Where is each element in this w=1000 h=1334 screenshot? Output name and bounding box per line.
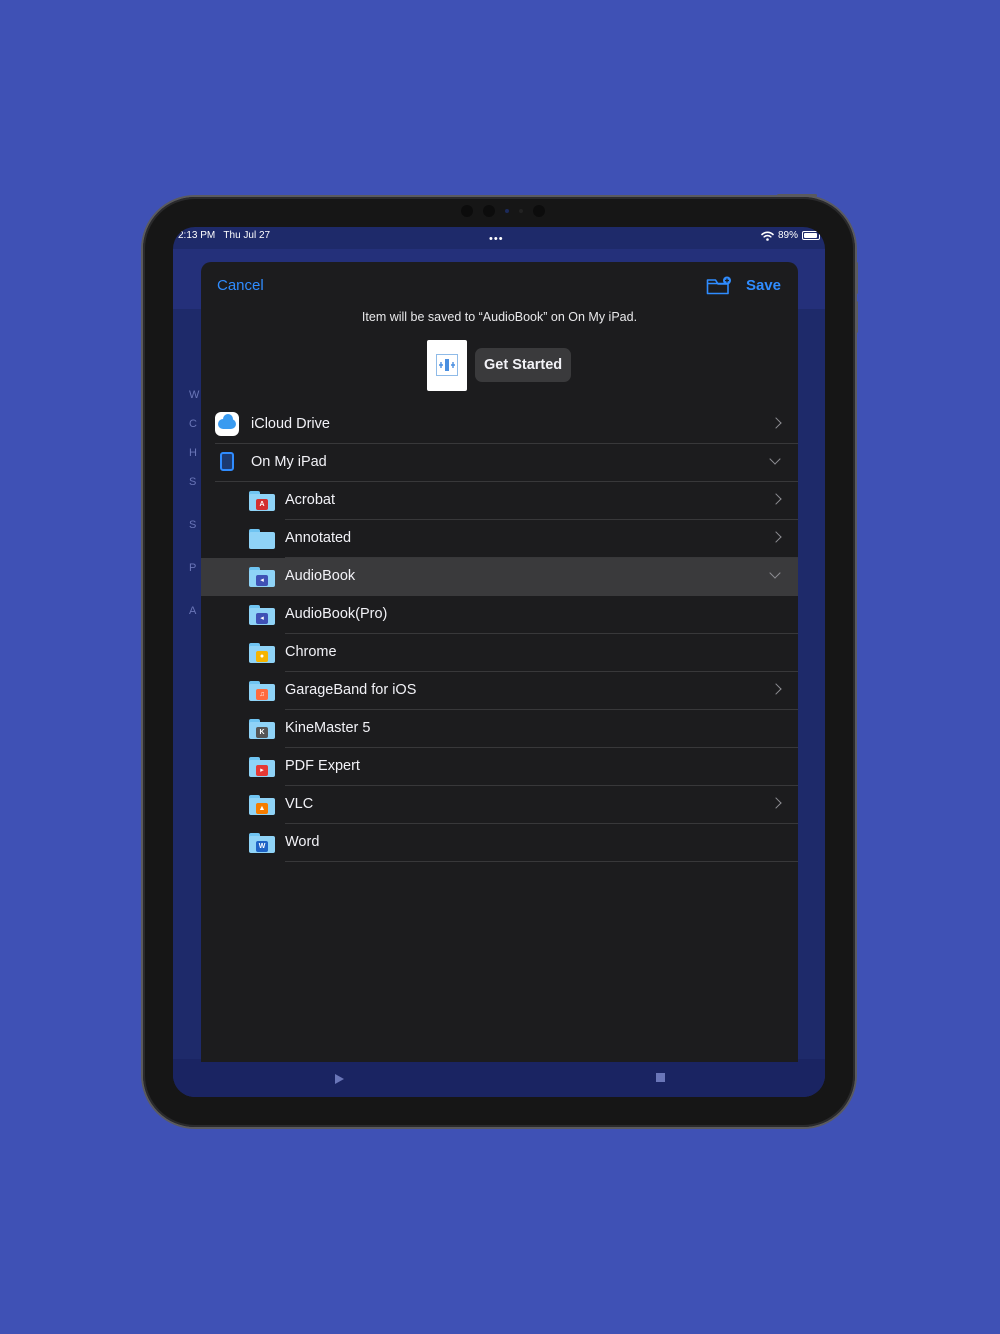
vlc-folder-icon: ▲: [249, 793, 275, 815]
location-label: Acrobat: [285, 492, 335, 508]
chrome-folder-icon: ●: [249, 641, 275, 663]
save-button[interactable]: Save: [746, 277, 781, 294]
status-time: 2:13 PM Thu Jul 27: [178, 230, 270, 241]
row-separator: [285, 861, 798, 862]
audio-file-thumbnail: [427, 340, 467, 391]
background-row: W: [189, 389, 200, 401]
save-to-files-sheet: Cancel Save Item will be saved to “Audio…: [201, 262, 798, 1062]
status-clock: 2:13 PM: [178, 230, 216, 241]
location-label: AudioBook: [285, 568, 356, 584]
new-folder-icon[interactable]: [706, 276, 732, 296]
background-row: A: [189, 605, 197, 617]
chevron-down-icon[interactable]: [769, 567, 781, 579]
volume-button-top: [777, 194, 817, 197]
background-row: S: [189, 519, 197, 531]
status-date: Thu Jul 27: [223, 230, 271, 241]
chevron-right-icon[interactable]: [770, 797, 782, 809]
location-label: KineMaster 5: [285, 720, 371, 736]
location-label: VLC: [285, 796, 314, 812]
location-label: GarageBand for iOS: [285, 682, 417, 698]
ipad-screen: W C H S S P A 2:13 PM Thu Jul 27 ••• 89%…: [173, 227, 825, 1097]
location-label: AudioBook(Pro): [285, 606, 388, 622]
multitasking-menu-icon[interactable]: •••: [489, 233, 504, 245]
location-row-icloud-drive[interactable]: iCloud Drive: [201, 406, 798, 444]
acrobat-folder-icon: A: [249, 489, 275, 511]
audiobook-pro-folder-icon: ◂: [249, 603, 275, 625]
battery-percent: 89%: [777, 230, 798, 241]
chevron-right-icon[interactable]: [770, 493, 782, 505]
kinemaster-folder-icon: K: [249, 717, 275, 739]
cancel-button[interactable]: Cancel: [217, 277, 264, 294]
camera-lens: [483, 205, 495, 217]
location-row-chrome[interactable]: ● Chrome: [201, 634, 798, 672]
background-toolbar: [173, 1059, 825, 1097]
folder-icon: [249, 527, 275, 549]
wifi-icon: [761, 231, 774, 241]
pdfexpert-folder-icon: ▸: [249, 755, 275, 777]
background-row: H: [189, 447, 197, 459]
icloud-icon: [215, 412, 239, 437]
audiobook-folder-icon: ◂: [249, 565, 275, 587]
play-icon: [335, 1074, 344, 1084]
location-row-on-my-ipad[interactable]: On My iPad: [201, 444, 798, 482]
word-folder-icon: W: [249, 831, 275, 853]
ipad-icon: [220, 451, 234, 471]
location-row-pdf-expert[interactable]: ▸ PDF Expert: [201, 748, 798, 786]
background-row: S: [189, 476, 197, 488]
chevron-down-icon[interactable]: [769, 453, 781, 465]
location-label: Annotated: [285, 530, 352, 546]
camera-lens: [461, 205, 473, 217]
status-indicators: 89%: [761, 230, 820, 241]
chevron-right-icon[interactable]: [770, 417, 782, 429]
location-label: PDF Expert: [285, 758, 360, 774]
camera-lens: [533, 205, 545, 217]
audio-waveform-icon: [436, 354, 458, 376]
ipad-device-frame: W C H S S P A 2:13 PM Thu Jul 27 ••• 89%…: [143, 194, 858, 1127]
location-label: Chrome: [285, 644, 337, 660]
location-row-word[interactable]: W Word: [201, 824, 798, 862]
location-row-kinemaster-5[interactable]: K KineMaster 5: [201, 710, 798, 748]
background-row: P: [189, 562, 197, 574]
location-label: On My iPad: [251, 454, 327, 470]
camera-indicator: [505, 209, 509, 213]
status-bar: 2:13 PM Thu Jul 27 ••• 89%: [173, 227, 825, 249]
location-row-acrobat[interactable]: A Acrobat: [201, 482, 798, 520]
location-row-audiobook-pro[interactable]: ◂ AudioBook(Pro): [201, 596, 798, 634]
camera-indicator: [519, 209, 523, 213]
location-row-annotated[interactable]: Annotated: [201, 520, 798, 558]
save-destination-message: Item will be saved to “AudioBook” on On …: [361, 310, 638, 324]
location-list: iCloud Drive On My iPad A Acrobat Annotated ◂…: [201, 406, 798, 862]
stop-icon: [656, 1073, 665, 1082]
background-row: C: [189, 418, 197, 430]
garageband-folder-icon: ♫: [249, 679, 275, 701]
filename-field[interactable]: Get Started: [475, 348, 572, 382]
location-label: iCloud Drive: [251, 416, 330, 432]
battery-icon: [802, 231, 820, 240]
location-row-garageband-for-ios[interactable]: ♫ GarageBand for iOS: [201, 672, 798, 710]
front-camera: [448, 205, 558, 217]
location-row-vlc[interactable]: ▲ VLC: [201, 786, 798, 824]
chevron-right-icon[interactable]: [770, 531, 782, 543]
location-label: Word: [285, 834, 320, 850]
location-row-audiobook[interactable]: ◂ AudioBook: [201, 558, 798, 596]
side-button-upper: [855, 262, 858, 294]
chevron-right-icon[interactable]: [770, 683, 782, 695]
side-button-lower: [855, 301, 858, 333]
